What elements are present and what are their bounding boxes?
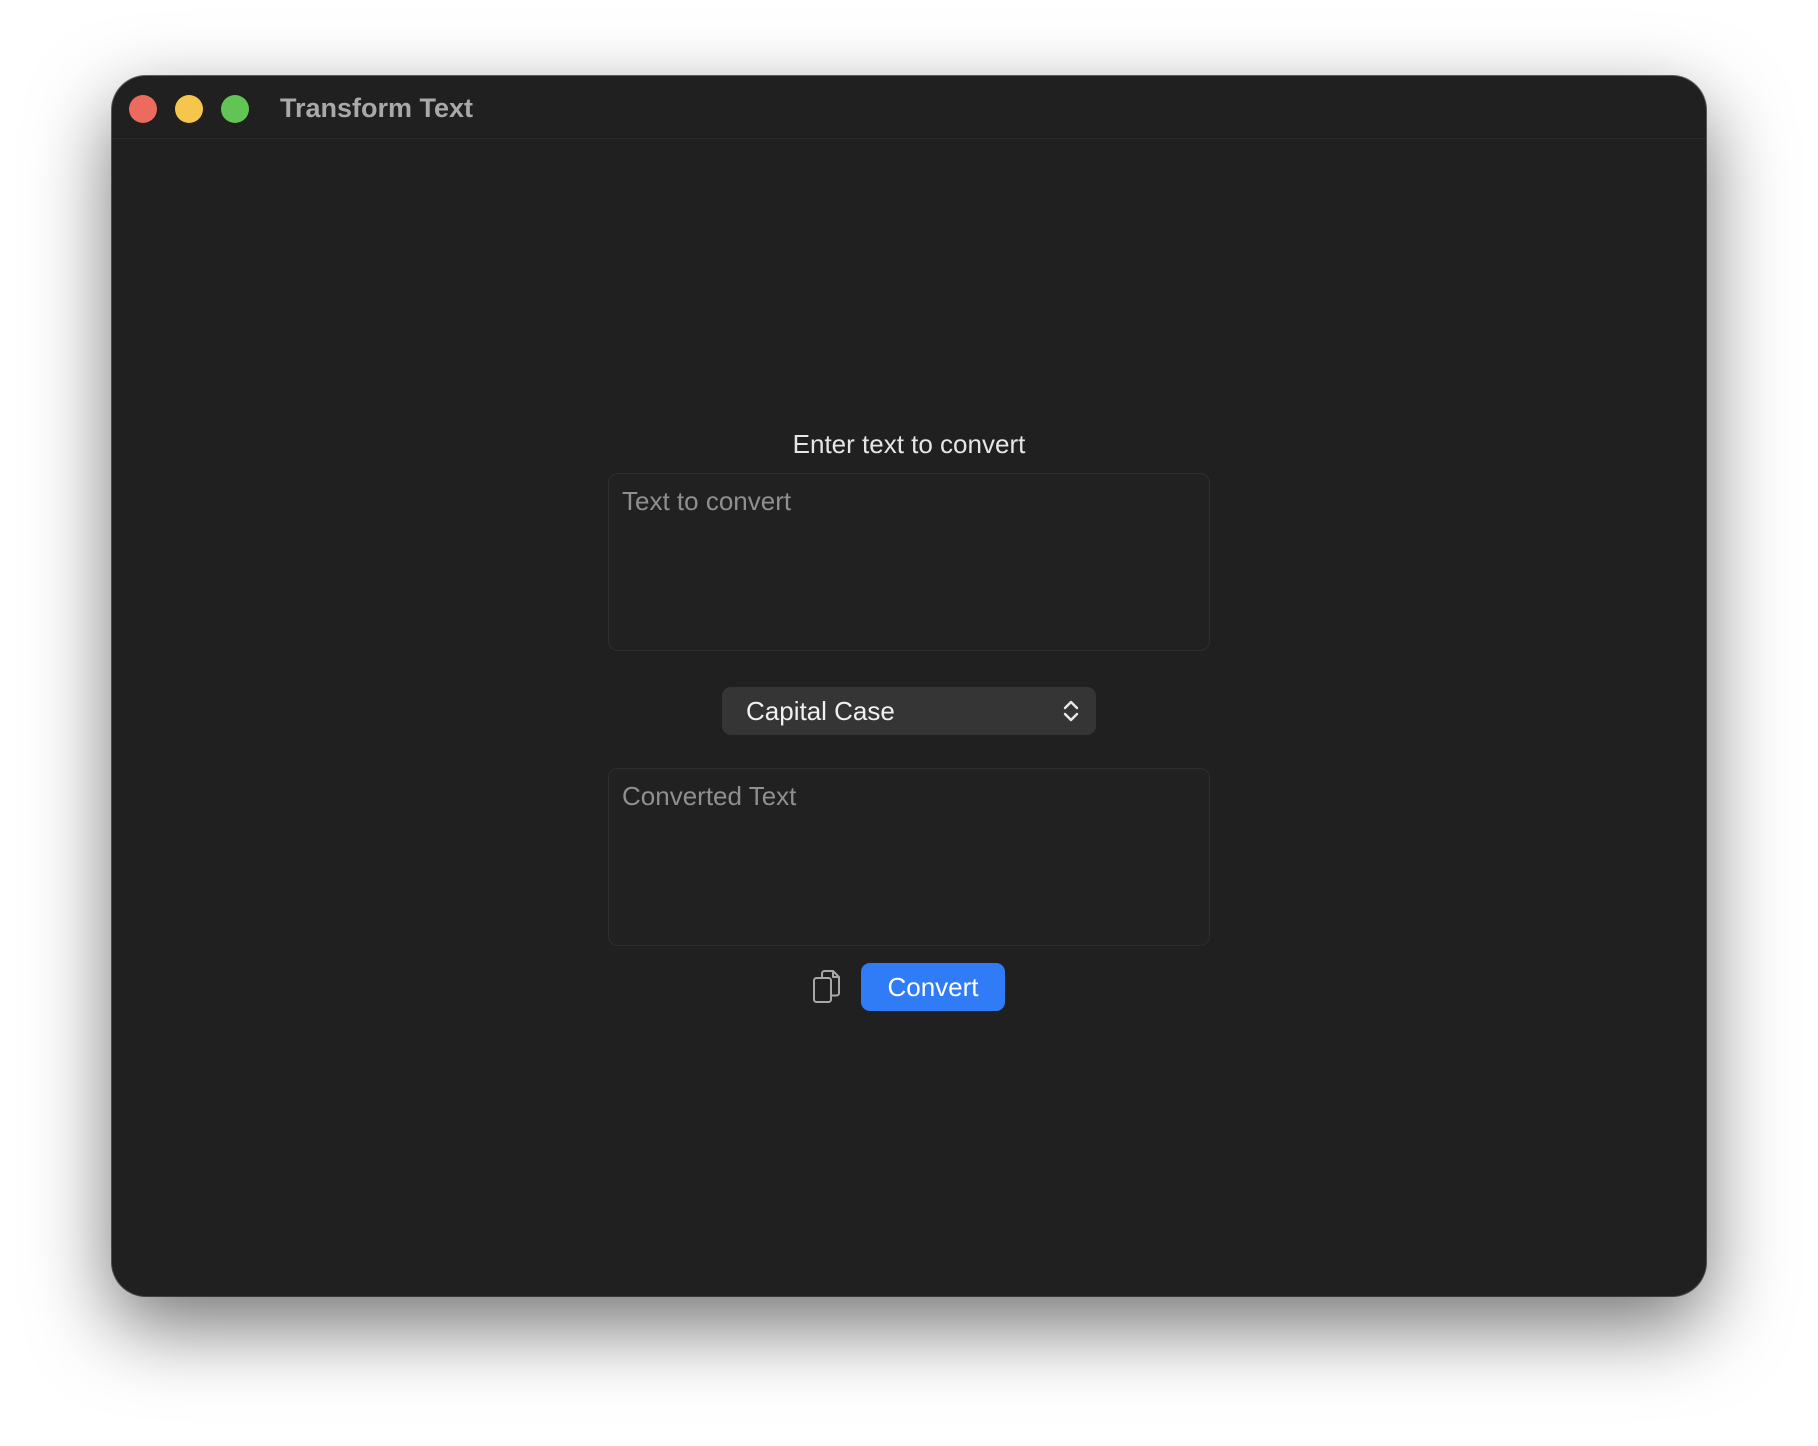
input-placeholder: Text to convert (622, 486, 792, 516)
zoom-window-button[interactable] (221, 95, 249, 123)
close-window-button[interactable] (129, 95, 157, 123)
minimize-window-button[interactable] (175, 95, 203, 123)
window-title: Transform Text (280, 93, 474, 123)
convert-button[interactable]: Convert (861, 963, 1005, 1011)
input-text-area[interactable]: Text to convert (608, 473, 1210, 651)
output-text-area[interactable]: Converted Text (608, 768, 1210, 946)
prompt-label: Enter text to convert (792, 429, 1026, 459)
title-bar[interactable]: Transform Text (112, 76, 1706, 139)
chevron-up-down-icon (1063, 700, 1079, 722)
case-select-value: Capital Case (746, 696, 895, 726)
output-placeholder: Converted Text (622, 781, 797, 811)
copy-icon[interactable] (812, 969, 842, 1005)
app-window: Transform Text Enter text to convert Tex… (112, 76, 1706, 1296)
case-select[interactable]: Capital Case (722, 687, 1096, 735)
